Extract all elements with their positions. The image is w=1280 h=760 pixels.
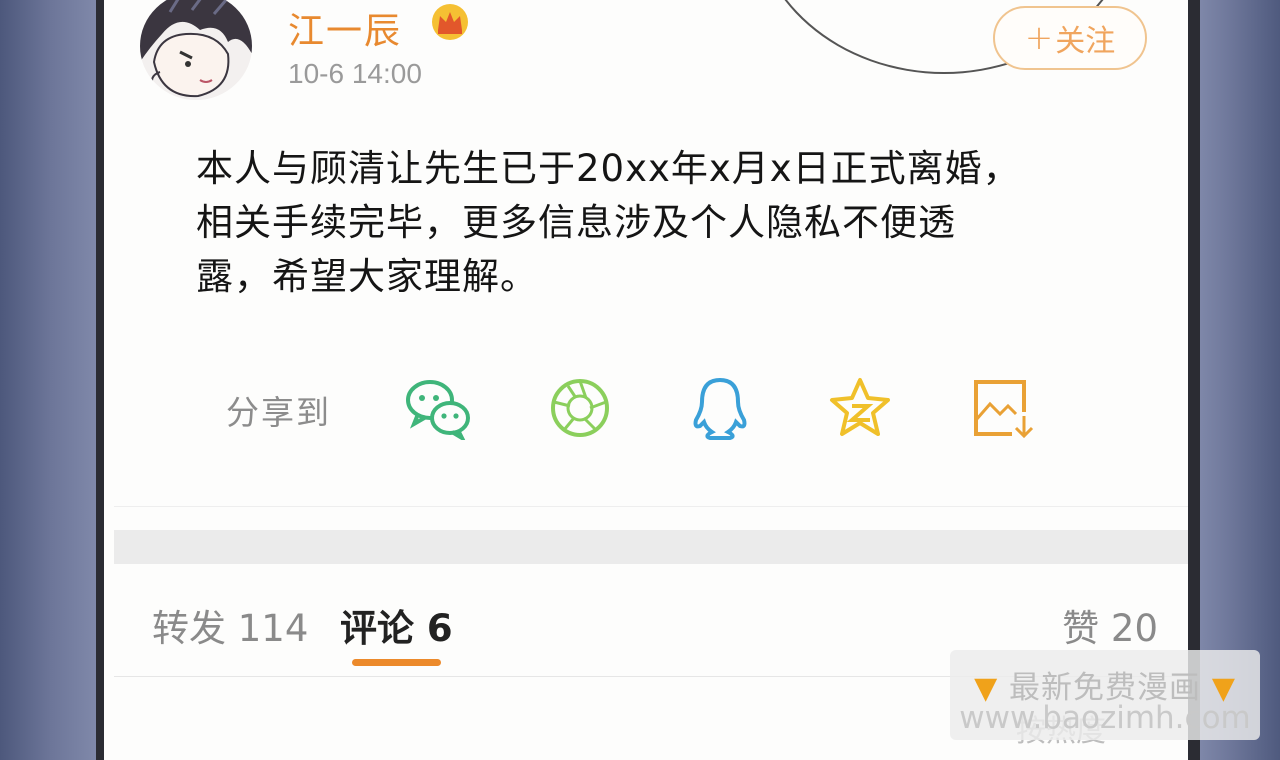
tab-likes[interactable]: 赞 20 [1062,598,1158,652]
section-divider [114,530,1188,564]
tab-repost-count: 114 [237,607,309,650]
moments-icon[interactable] [546,376,614,440]
tab-likes-count: 20 [1110,607,1158,650]
watermark: ▼ 最新免费漫画 ▼ www.baozimh.com [950,650,1260,740]
tab-repost-label: 转发 [152,607,226,650]
qq-icon[interactable] [686,376,754,440]
post-content: 本人与顾清让先生已于20xx年x月x日正式离婚， 相关手续完毕，更多信息涉及个人… [196,142,1096,304]
weibo-post-screen: 江一辰 10-6 14:00 + 关注 本人与顾清让先生已于20xx年x月x日正… [104,0,1188,760]
tab-likes-label: 赞 [1062,607,1100,650]
active-tab-indicator [352,659,441,666]
tab-comments[interactable]: 评论 6 [340,598,453,652]
crown-icon [432,4,468,40]
avatar[interactable] [140,0,252,100]
post-line: 露，希望大家理解。 [196,255,538,298]
divider [114,506,1188,507]
post-line: 相关手续完毕，更多信息涉及个人隐私不便透 [196,201,956,244]
username[interactable]: 江一辰 [288,2,402,54]
tab-comments-label: 评论 [340,607,414,650]
tab-comments-count: 6 [426,607,453,650]
post-timestamp: 10-6 14:00 [288,58,422,89]
share-label: 分享到 [226,393,331,432]
plus-icon: + [1024,18,1054,58]
tab-repost[interactable]: 转发 114 [152,598,308,652]
follow-button[interactable]: + 关注 [993,6,1147,70]
post-line: 本人与顾清让先生已于20xx年x月x日正式离婚， [196,147,1021,190]
wechat-icon[interactable] [404,376,472,440]
save-image-icon[interactable] [966,376,1034,440]
qzone-icon[interactable] [826,376,894,440]
watermark-url: www.baozimh.com [959,700,1251,736]
follow-button-label: 关注 [1055,24,1116,59]
